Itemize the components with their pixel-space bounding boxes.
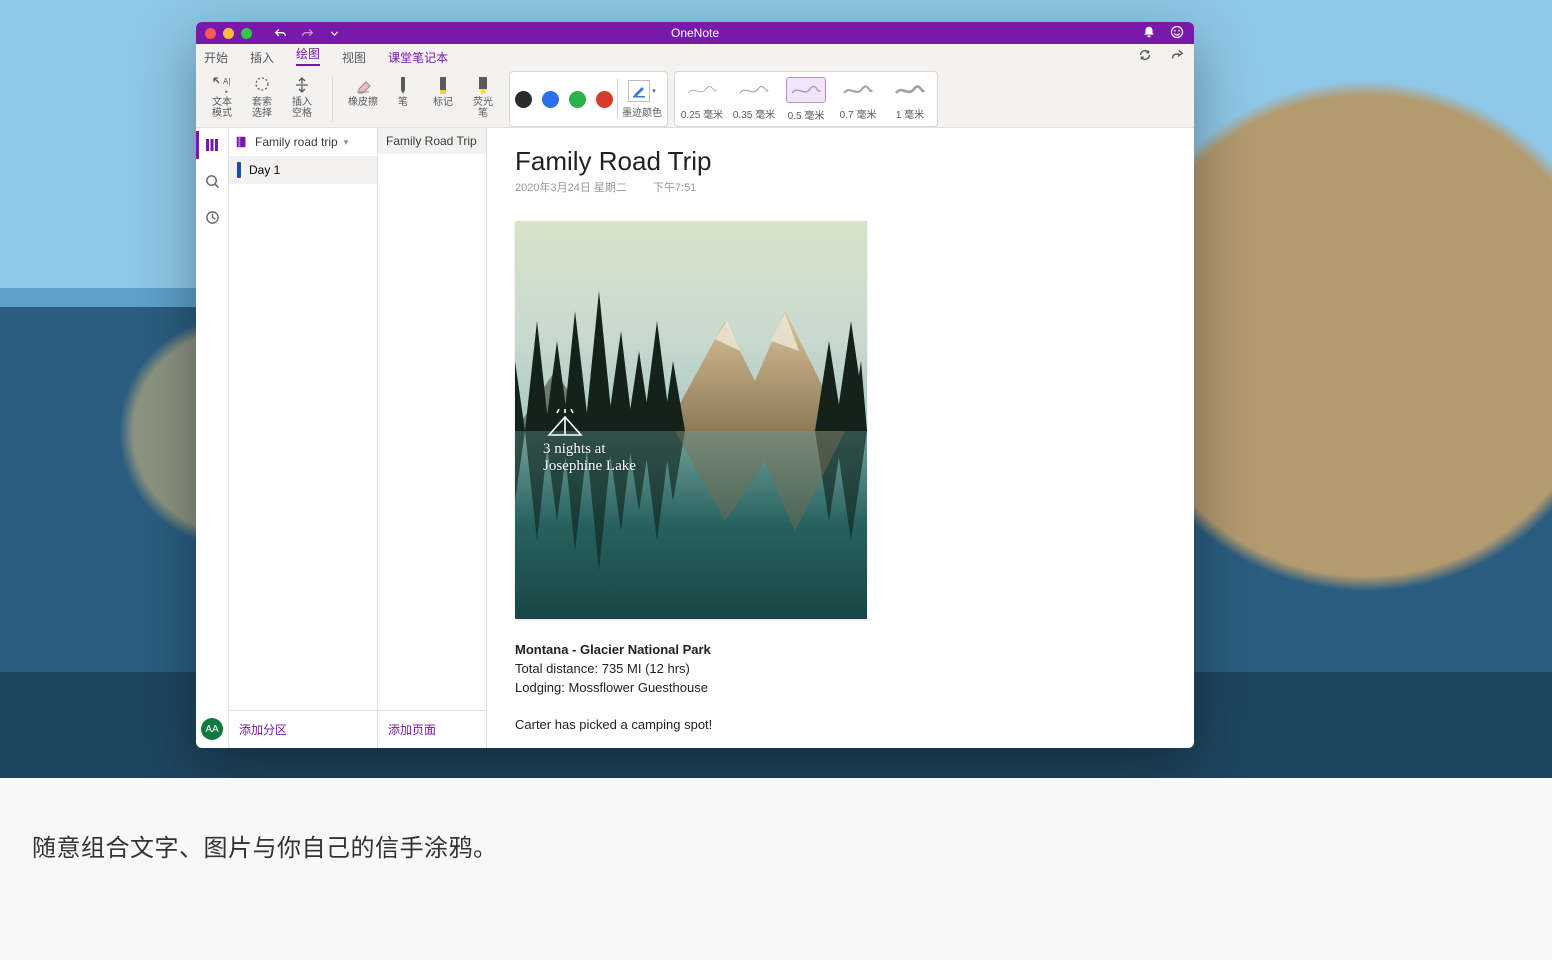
- redo-icon[interactable]: [301, 27, 314, 40]
- note-image[interactable]: 3 nights at Josephine Lake: [515, 221, 867, 619]
- note-line-2: Lodging: Mossflower Guesthouse: [515, 680, 708, 695]
- note-line-3: Carter has picked a camping spot!: [515, 717, 712, 732]
- section-item[interactable]: Day 1: [229, 156, 377, 184]
- add-page-button[interactable]: 添加页面: [378, 710, 486, 748]
- notifications-icon[interactable]: [1142, 25, 1156, 42]
- avatar[interactable]: AA: [201, 718, 223, 740]
- tab-start[interactable]: 开始: [202, 45, 230, 70]
- page-date: 2020年3月24日 星期二: [515, 179, 627, 195]
- ink-line-1: 3 nights at: [543, 441, 636, 458]
- page-title[interactable]: Family Road Trip: [515, 146, 1166, 177]
- tab-draw[interactable]: 绘图: [294, 41, 322, 70]
- page-time: 下午7:51: [653, 179, 696, 195]
- thickness-4[interactable]: 1 毫米: [888, 78, 932, 121]
- tab-insert[interactable]: 插入: [248, 45, 276, 70]
- section-color-icon: [237, 162, 241, 178]
- ribbon-tabs: 开始 插入 绘图 视图 课堂笔记本: [196, 44, 1194, 71]
- highlighter-button[interactable]: 荧光 笔: [463, 73, 503, 125]
- search-icon[interactable]: [203, 172, 221, 190]
- marker-button[interactable]: 标记: [423, 73, 463, 125]
- nav-rail: AA: [196, 128, 229, 748]
- swatch-red[interactable]: [596, 91, 613, 108]
- ink-color-button[interactable]: ▾ 墨迹颜色: [622, 80, 662, 119]
- add-section-button[interactable]: 添加分区: [229, 710, 377, 748]
- insert-space-button[interactable]: 插入 空格: [282, 73, 322, 125]
- text-mode-button[interactable]: A| 文本 模式: [202, 73, 242, 125]
- ribbon: A| 文本 模式 套索 选择 插入 空格 橡皮擦: [196, 71, 1194, 128]
- color-swatches: [515, 91, 613, 108]
- thickness-group: 0.25 毫米 0.35 毫米 0.5 毫米 0.7 毫米: [680, 77, 932, 122]
- note-canvas[interactable]: Family Road Trip 2020年3月24日 星期二 下午7:51: [487, 128, 1194, 748]
- close-icon[interactable]: [205, 28, 216, 39]
- thickness-2[interactable]: 0.5 毫米: [784, 77, 828, 122]
- undo-icon[interactable]: [274, 27, 287, 40]
- recent-icon[interactable]: [203, 208, 221, 226]
- swatch-green[interactable]: [569, 91, 586, 108]
- ink-line-2: Josephine Lake: [543, 458, 636, 475]
- swatch-black[interactable]: [515, 91, 532, 108]
- lasso-select-button[interactable]: 套索 选择: [242, 73, 282, 125]
- qat-chevron-down-icon[interactable]: [328, 27, 341, 40]
- sync-icon[interactable]: [1138, 48, 1152, 65]
- onenote-window: OneNote 开始 插入 绘图 视图 课堂笔记本: [196, 22, 1194, 748]
- maximize-icon[interactable]: [241, 28, 252, 39]
- sections-pane: Family road trip ▾ Day 1 添加分区: [229, 128, 378, 748]
- thickness-3[interactable]: 0.7 毫米: [836, 78, 880, 121]
- note-line-1: Total distance: 735 MI (12 hrs): [515, 661, 690, 676]
- svg-text:A|: A|: [223, 77, 230, 86]
- page-list-item[interactable]: Family Road Trip: [378, 128, 486, 154]
- section-label: Day 1: [249, 163, 280, 177]
- app-title: OneNote: [196, 26, 1194, 40]
- ink-annotation: 3 nights at Josephine Lake: [543, 409, 636, 476]
- minimize-icon[interactable]: [223, 28, 234, 39]
- chevron-down-icon: ▾: [344, 137, 349, 148]
- caption-text: 随意组合文字、图片与你自己的信手涂鸦。: [32, 828, 498, 863]
- tent-doodle-icon: [543, 409, 587, 439]
- thickness-0[interactable]: 0.25 毫米: [680, 78, 724, 121]
- tab-view[interactable]: 视图: [340, 45, 368, 70]
- notebooks-icon[interactable]: [203, 136, 221, 154]
- note-heading: Montana - Glacier National Park: [515, 642, 711, 657]
- eraser-button[interactable]: 橡皮擦: [343, 73, 383, 125]
- thickness-1[interactable]: 0.35 毫米: [732, 78, 776, 121]
- pages-pane: Family Road Trip 添加页面: [378, 128, 487, 748]
- tab-class-notebook[interactable]: 课堂笔记本: [386, 45, 450, 70]
- feedback-smile-icon[interactable]: [1170, 25, 1184, 42]
- window-controls: [205, 28, 252, 39]
- notebook-name: Family road trip: [255, 135, 338, 149]
- share-icon[interactable]: [1170, 48, 1184, 65]
- swatch-blue[interactable]: [542, 91, 559, 108]
- pen-button[interactable]: 笔: [383, 73, 423, 125]
- notebook-picker[interactable]: Family road trip ▾: [229, 128, 377, 156]
- caption-panel: 随意组合文字、图片与你自己的信手涂鸦。: [0, 778, 1552, 960]
- note-text-block[interactable]: Montana - Glacier National Park Total di…: [515, 641, 1166, 735]
- titlebar: OneNote: [196, 22, 1194, 44]
